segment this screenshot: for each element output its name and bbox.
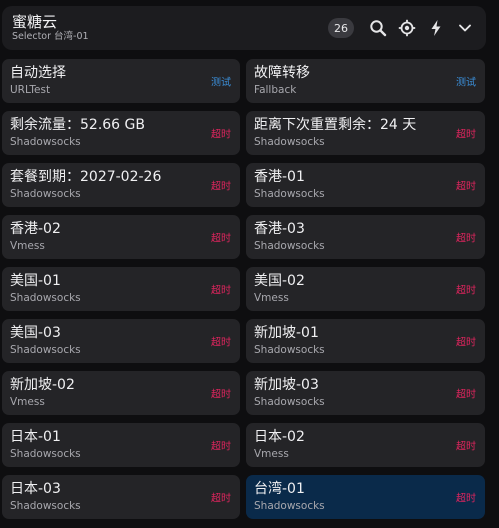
proxy-type: Shadowsocks <box>10 188 81 200</box>
proxy-card[interactable]: 日本-02 Vmess 超时 <box>246 423 485 467</box>
proxy-latency-status[interactable]: 超时 <box>456 438 476 453</box>
proxy-card-selected[interactable]: 台湾-01 Shadowsocks 超时 <box>246 475 485 519</box>
proxy-type: Shadowsocks <box>254 396 325 408</box>
proxy-count-badge: 26 <box>328 18 354 38</box>
proxy-card[interactable]: 新加坡-03 Shadowsocks 超时 <box>246 371 485 415</box>
proxy-name: 美国-03 <box>10 325 61 341</box>
proxy-card[interactable]: 日本-03 Shadowsocks 超时 <box>2 475 240 519</box>
proxy-name: 香港-03 <box>254 221 305 237</box>
proxy-name: 故障转移 <box>254 65 310 81</box>
proxy-type: Shadowsocks <box>254 136 325 148</box>
proxy-latency-status[interactable]: 超时 <box>456 386 476 401</box>
proxy-name: 新加坡-02 <box>10 377 75 393</box>
proxy-latency-status[interactable]: 超时 <box>211 334 231 349</box>
proxy-name: 套餐到期：2027-02-26 <box>10 169 162 185</box>
locate-icon[interactable] <box>394 15 420 41</box>
proxy-name: 剩余流量：52.66 GB <box>10 117 145 133</box>
proxy-card[interactable]: 剩余流量：52.66 GB Shadowsocks 超时 <box>2 111 240 155</box>
proxy-type: Shadowsocks <box>254 188 325 200</box>
proxy-type: Vmess <box>254 448 289 460</box>
proxy-card[interactable]: 美国-02 Vmess 超时 <box>246 267 485 311</box>
proxy-type: Shadowsocks <box>10 448 81 460</box>
proxy-latency-status[interactable]: 超时 <box>456 230 476 245</box>
proxy-name: 香港-01 <box>254 169 305 185</box>
proxy-card[interactable]: 日本-01 Shadowsocks 超时 <box>2 423 240 467</box>
proxy-card[interactable]: 美国-01 Shadowsocks 超时 <box>2 267 240 311</box>
proxy-name: 日本-03 <box>10 481 61 497</box>
proxy-card[interactable]: 新加坡-02 Vmess 超时 <box>2 371 240 415</box>
proxy-type: Fallback <box>254 84 297 96</box>
proxy-latency-status[interactable]: 测试 <box>456 74 476 89</box>
group-subtitle: Selector 台湾-01 <box>12 31 89 42</box>
proxy-card[interactable]: 自动选择 URLTest 测试 <box>2 59 240 103</box>
group-title: 蜜糖云 <box>12 13 58 31</box>
proxy-name: 日本-02 <box>254 429 305 445</box>
group-header[interactable]: 蜜糖云 Selector 台湾-01 26 <box>2 6 486 50</box>
proxy-type: Shadowsocks <box>254 500 325 512</box>
search-icon[interactable] <box>365 15 391 41</box>
proxy-name: 新加坡-01 <box>254 325 319 341</box>
proxy-type: Vmess <box>10 240 45 252</box>
proxy-card[interactable]: 套餐到期：2027-02-26 Shadowsocks 超时 <box>2 163 240 207</box>
proxy-card[interactable]: 距离下次重置剩余：24 天 Shadowsocks 超时 <box>246 111 485 155</box>
proxy-type: Vmess <box>254 292 289 304</box>
proxy-latency-status[interactable]: 超时 <box>456 178 476 193</box>
proxy-type: Shadowsocks <box>10 344 81 356</box>
proxy-latency-status[interactable]: 测试 <box>211 74 231 89</box>
proxy-name: 日本-01 <box>10 429 61 445</box>
proxy-name: 距离下次重置剩余：24 天 <box>254 117 417 133</box>
proxy-card[interactable]: 故障转移 Fallback 测试 <box>246 59 485 103</box>
proxy-type: Shadowsocks <box>10 136 81 148</box>
proxy-grid: 自动选择 URLTest 测试 故障转移 Fallback 测试 剩余流量：52… <box>2 59 486 519</box>
proxy-name: 台湾-01 <box>254 481 305 497</box>
proxy-latency-status[interactable]: 超时 <box>456 334 476 349</box>
proxy-latency-status[interactable]: 超时 <box>211 178 231 193</box>
proxy-type: URLTest <box>10 84 51 96</box>
proxy-card[interactable]: 美国-03 Shadowsocks 超时 <box>2 319 240 363</box>
proxy-latency-status[interactable]: 超时 <box>211 126 231 141</box>
proxy-latency-status[interactable]: 超时 <box>211 386 231 401</box>
proxy-latency-status[interactable]: 超时 <box>456 126 476 141</box>
proxy-latency-status[interactable]: 超时 <box>211 282 231 297</box>
group-header-text: 蜜糖云 Selector 台湾-01 <box>12 13 328 43</box>
proxy-latency-status[interactable]: 超时 <box>211 490 231 505</box>
proxy-type: Vmess <box>10 396 45 408</box>
proxy-type: Shadowsocks <box>10 292 81 304</box>
proxy-type: Shadowsocks <box>10 500 81 512</box>
proxy-name: 美国-02 <box>254 273 305 289</box>
proxy-latency-status[interactable]: 超时 <box>211 230 231 245</box>
proxy-group-panel: 蜜糖云 Selector 台湾-01 26 自动选择 URLTest 测试 故障… <box>0 0 499 528</box>
lightning-icon[interactable] <box>423 15 449 41</box>
proxy-latency-status[interactable]: 超时 <box>456 282 476 297</box>
proxy-type: Shadowsocks <box>254 344 325 356</box>
proxy-card[interactable]: 香港-02 Vmess 超时 <box>2 215 240 259</box>
proxy-card[interactable]: 香港-01 Shadowsocks 超时 <box>246 163 485 207</box>
proxy-name: 新加坡-03 <box>254 377 319 393</box>
proxy-card[interactable]: 香港-03 Shadowsocks 超时 <box>246 215 485 259</box>
proxy-type: Shadowsocks <box>254 240 325 252</box>
proxy-card[interactable]: 新加坡-01 Shadowsocks 超时 <box>246 319 485 363</box>
proxy-name: 自动选择 <box>10 65 66 81</box>
proxy-name: 香港-02 <box>10 221 61 237</box>
proxy-latency-status[interactable]: 超时 <box>456 490 476 505</box>
proxy-latency-status[interactable]: 超时 <box>211 438 231 453</box>
proxy-name: 美国-01 <box>10 273 61 289</box>
chevron-down-icon[interactable] <box>452 15 478 41</box>
